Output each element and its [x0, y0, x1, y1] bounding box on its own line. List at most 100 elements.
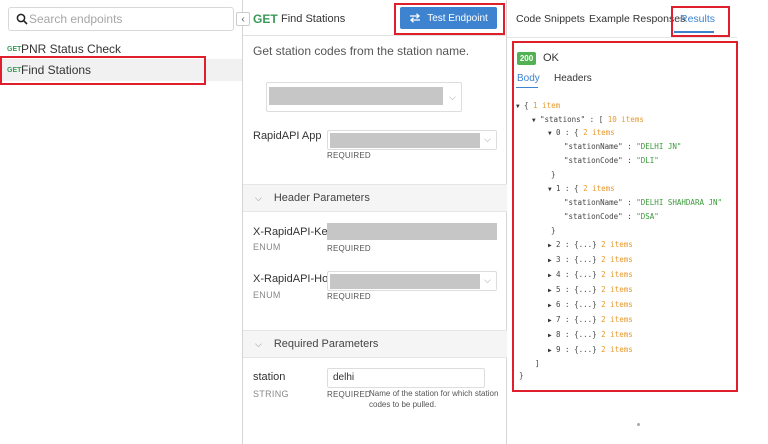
json-stations-line[interactable]: ▼ "stations" : [ 10 items [532, 115, 644, 126]
endpoint-label: Find Stations [21, 63, 92, 77]
json-close-brace: } [519, 371, 524, 380]
json-viewer: ▼{ 1 item ▼ "stations" : [ 10 items ▼ 0 : … [507, 0, 768, 444]
json-string: "DLI" [636, 156, 659, 165]
search-input[interactable] [29, 10, 229, 28]
collapse-sidebar-button[interactable]: ‹ [236, 12, 250, 26]
expand-triangle-icon[interactable]: ▼ [532, 116, 540, 126]
json-collapsed: {...} [574, 330, 597, 339]
expand-triangle-icon[interactable]: ▶ [548, 301, 556, 311]
endpoint-header: GET Find Stations Test Endpoint [243, 0, 507, 36]
param-name: X-RapidAPI-Key [253, 226, 334, 238]
chevron-down-icon: ⌵ [484, 134, 491, 144]
chevron-down-icon: ⌵ [484, 275, 491, 285]
app-selector[interactable]: ⌵ [266, 82, 462, 112]
expand-triangle-icon[interactable]: ▶ [548, 256, 556, 266]
rapidapi-app-label: RapidAPI App [253, 130, 322, 142]
expand-triangle-icon[interactable]: ▶ [548, 346, 556, 356]
json-count: 2 items [601, 300, 633, 309]
json-item-line[interactable]: ▼ 1 : { 2 items [548, 184, 615, 195]
json-collapsed-item[interactable]: ▶ 4 : {...} 2 items [548, 270, 633, 281]
method-badge: GET [7, 45, 22, 53]
json-count: 2 items [601, 330, 633, 339]
json-count: 2 items [601, 345, 633, 354]
json-count: 2 items [601, 255, 633, 264]
rapidapi-key-input[interactable] [327, 223, 497, 241]
endpoint-title: Find Stations [281, 13, 346, 25]
json-collapsed-item[interactable]: ▶ 7 : {...} 2 items [548, 315, 633, 326]
json-field-line: "stationCode" : "DLI" [564, 156, 659, 165]
json-count: 2 items [601, 285, 633, 294]
json-collapsed: {...} [574, 255, 597, 264]
json-string: "DSA" [636, 212, 659, 221]
expand-triangle-icon[interactable]: ▶ [548, 316, 556, 326]
param-name: X-RapidAPI-Host [253, 273, 337, 285]
expand-triangle-icon[interactable]: ▶ [548, 241, 556, 251]
endpoint-item-pnr-status-check[interactable]: GET PNR Status Check [0, 38, 242, 60]
json-key: "stationName" [564, 198, 623, 207]
json-key: "stationCode" [564, 156, 623, 165]
json-string: "DELHI JN" [636, 142, 682, 151]
expand-triangle-icon[interactable]: ▼ [548, 185, 556, 195]
json-collapsed-item[interactable]: ▶ 9 : {...} 2 items [548, 345, 633, 356]
json-collapsed-item[interactable]: ▶ 3 : {...} 2 items [548, 255, 633, 266]
rapidapi-app-select[interactable]: ⌵ [327, 130, 497, 150]
header-parameters-section[interactable]: ⌵ Header Parameters [243, 184, 507, 212]
rapidapi-host-select[interactable]: ⌵ [327, 271, 497, 291]
expand-triangle-icon[interactable]: ▶ [548, 331, 556, 341]
expand-triangle-icon[interactable]: ▶ [548, 271, 556, 281]
endpoint-description: Get station codes from the station name. [253, 44, 470, 58]
method-label: GET [253, 12, 278, 26]
json-close-brace: } [551, 226, 556, 235]
search-icon [16, 13, 28, 25]
json-count: 1 item [533, 101, 561, 110]
json-collapsed-item[interactable]: ▶ 2 : {...} 2 items [548, 240, 633, 251]
json-root-line[interactable]: ▼{ 1 item [516, 101, 560, 112]
json-item-line[interactable]: ▼ 0 : { 2 items [548, 128, 615, 139]
expand-triangle-icon[interactable]: ▼ [548, 129, 556, 139]
required-label: REQUIRED [327, 151, 371, 160]
endpoint-item-find-stations[interactable]: GET Find Stations [0, 59, 242, 81]
method-badge: GET [7, 66, 22, 74]
test-endpoint-button[interactable]: Test Endpoint [400, 7, 497, 29]
redacted-value [269, 87, 443, 105]
station-input[interactable]: delhi [327, 368, 485, 388]
swap-arrows-icon [410, 13, 421, 23]
redacted-value [330, 274, 480, 289]
json-collapsed: {...} [574, 285, 597, 294]
json-count: 2 items [583, 128, 615, 137]
json-field-line: "stationName" : "DELHI SHAHDARA JN" [564, 198, 723, 207]
chevron-down-icon: ⌵ [449, 92, 456, 102]
json-string: "DELHI SHAHDARA JN" [636, 198, 723, 207]
json-field-line: "stationName" : "DELHI JN" [564, 142, 682, 151]
json-count: 2 items [601, 270, 633, 279]
param-type: ENUM [253, 290, 281, 300]
chevron-down-icon: ⌵ [255, 192, 262, 203]
expand-triangle-icon[interactable]: ▼ [516, 102, 524, 112]
section-title: Header Parameters [273, 192, 370, 204]
redacted-value [330, 133, 480, 148]
required-label: REQUIRED [327, 390, 371, 399]
endpoint-detail-panel: GET Find Stations Test Endpoint Get stat… [243, 0, 507, 444]
endpoint-label: PNR Status Check [21, 42, 122, 56]
json-collapsed-item[interactable]: ▶ 6 : {...} 2 items [548, 300, 633, 311]
json-collapsed: {...} [574, 345, 597, 354]
json-count: 2 items [583, 184, 615, 193]
json-field-line: "stationCode" : "DSA" [564, 212, 659, 221]
json-key: "stationCode" [564, 212, 623, 221]
json-collapsed: {...} [574, 240, 597, 249]
json-count: 2 items [601, 240, 633, 249]
endpoint-sidebar: GET PNR Status Check GET Find Stations [0, 0, 243, 444]
search-box[interactable] [8, 7, 234, 31]
json-collapsed-item[interactable]: ▶ 5 : {...} 2 items [548, 285, 633, 296]
json-close-bracket: ] [535, 359, 540, 368]
redacted-value [327, 223, 497, 240]
scroll-indicator [637, 423, 640, 426]
json-collapsed-item[interactable]: ▶ 8 : {...} 2 items [548, 330, 633, 341]
json-collapsed: {...} [574, 270, 597, 279]
section-title: Required Parameters [273, 338, 379, 350]
json-key: "stations" [540, 115, 586, 124]
chevron-left-icon: ‹ [241, 13, 245, 25]
expand-triangle-icon[interactable]: ▶ [548, 286, 556, 296]
required-parameters-section[interactable]: ⌵ Required Parameters [243, 330, 507, 358]
required-label: REQUIRED [327, 292, 371, 301]
